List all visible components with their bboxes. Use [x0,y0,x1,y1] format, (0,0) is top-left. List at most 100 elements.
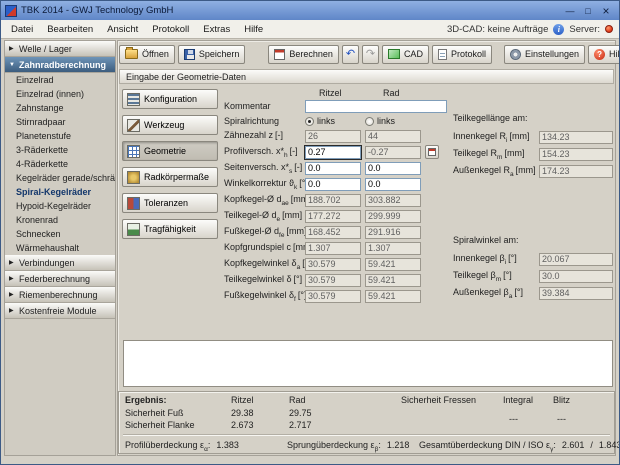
sicherheit-flanke-ritzel-value: 2.673 [231,420,254,430]
winkelkorrektur-rad-field[interactable] [365,177,421,191]
sidebar-item-einzelrad-innen[interactable]: Einzelrad (innen) [5,87,115,101]
geometry-view-button[interactable]: Geometrie [122,141,218,161]
sidebar-section-federberechnung[interactable]: ▶ Federberechnung [5,271,115,287]
info-icon[interactable]: i [553,23,565,35]
row-label-sub: h [284,151,288,159]
menu-hilfe[interactable]: Hilfe [237,24,270,35]
redo-button[interactable]: ↷ [361,44,379,64]
cad-status-text: 3D-CAD: keine Aufträge [446,23,549,35]
gesamtueberdeckung-iso-value: 1.843 [598,440,620,450]
open-button-label: Öffnen [142,49,169,59]
sidebar-item-planetenstufe[interactable]: Planetenstufe [5,129,115,143]
kommentar-input[interactable] [305,99,447,113]
tool-label: Werkzeug [144,120,185,130]
row-label: Teilkegel-Ø d [224,209,277,220]
results-panel: Ergebnis: Ritzel Rad Sicherheit Fressen … [118,391,619,454]
sidebar-item-zahnstange[interactable]: Zahnstange [5,101,115,115]
save-button[interactable]: Speichern [177,44,246,64]
row-label: Außenkegel R [453,164,511,175]
calculator-icon [274,48,286,60]
colon: : [207,440,211,450]
menu-ansicht[interactable]: Ansicht [100,24,145,35]
configuration-icon [127,92,140,106]
settings-button[interactable]: Einstellungen [503,44,586,64]
sidebar-section-welle-lager[interactable]: ▶ Welle / Lager [5,41,115,57]
results-col-fressen: Sicherheit Fressen [401,395,477,405]
teilkegellaenge-heading: Teilkegellänge am: [453,113,528,123]
tool-icon [127,118,140,132]
tolerances-label: Toleranzen [144,198,189,208]
load-capacity-view-button[interactable]: Tragfähigkeit [122,219,218,239]
geometry-grid-icon [127,144,140,158]
load-capacity-icon [127,222,140,236]
seitenversch-row: Seitenversch. x*s [-] [224,161,425,175]
sidebar-item-spiral-kegelraeder[interactable]: Spiral-Kegelräder [5,185,115,199]
help-button-label: Hilfe [609,49,620,59]
seitenversch-rad-field[interactable] [365,161,421,175]
chevron-right-icon: ▶ [9,260,14,266]
row-label: Profilversch. x* [224,145,285,156]
tolerances-view-button[interactable]: Toleranzen [122,193,218,213]
configuration-view-button[interactable]: Konfiguration [122,89,218,109]
sidebar-item-kegelraeder-gerade-schraeg[interactable]: Kegelräder gerade/schräg [5,171,115,185]
teilkegel-durchmesser-ritzel-field [305,209,361,223]
colon: : [378,440,381,450]
menu-datei[interactable]: Datei [4,24,40,35]
open-button[interactable]: Öffnen [119,44,175,64]
titlebar: TBK 2014 - GWJ Technology GmbH — □ × [1,1,619,20]
row-unit: [°] [508,252,517,263]
aussenkegel-spiralwinkel-field [539,286,613,300]
protocol-button[interactable]: Protokoll [431,44,492,64]
row-label-sub: a [510,170,514,178]
aussenkegel-laenge-row: Außenkegel Ra [mm] [453,164,614,178]
window-controls: — □ × [561,3,615,18]
calculate-button[interactable]: Berechnen [268,44,339,64]
sidebar-section-kostenfreie-module[interactable]: ▶ Kostenfreie Module [5,303,115,319]
sidebar-items: Einzelrad Einzelrad (innen) Zahnstange S… [5,73,115,255]
kommentar-label: Kommentar [224,101,271,111]
aussenkegel-laenge-field [539,164,613,178]
fusskegelwinkel-rad-field [365,289,421,303]
wheel-body-view-button[interactable]: Radkörpermaße [122,167,218,187]
section-title-bar: Eingabe der Geometrie-Daten [119,69,614,84]
seitenversch-ritzel-field[interactable] [305,161,361,175]
section-label: Kostenfreie Module [19,305,97,316]
help-button[interactable]: ? Hilfe [588,44,620,64]
teilkegel-spiralwinkel-field [539,269,613,283]
sidebar-item-schnecken[interactable]: Schnecken [5,227,115,241]
sicherheit-flanke-label: Sicherheit Flanke [125,420,195,430]
teilkegelwinkel-row: Teilkegelwinkel δ [°] [224,273,425,287]
winkelkorrektur-ritzel-field[interactable] [305,177,361,191]
kopfkegelwinkel-rad-field [365,257,421,271]
minimize-button[interactable]: — [561,3,579,18]
menu-bearbeiten[interactable]: Bearbeiten [40,24,100,35]
sidebar-item-einzelrad[interactable]: Einzelrad [5,73,115,87]
sidebar-section-verbindungen[interactable]: ▶ Verbindungen [5,255,115,271]
sidebar-item-stirnradpaar[interactable]: Stirnradpaar [5,115,115,129]
sidebar-item-waermehaushalt[interactable]: Wärmehaushalt [5,241,115,255]
close-button[interactable]: × [597,3,615,18]
gesamtueberdeckung-item: Gesamtüberdeckung DIN / ISO εγ: 2.601/1.8… [419,440,620,453]
profilversch-ritzel-field[interactable] [304,144,362,160]
mini-calculator-icon [428,148,436,156]
maximize-button[interactable]: □ [579,3,597,18]
profile-shift-tool-button[interactable] [425,145,439,159]
sicherheit-flanke-rad-value: 2.717 [289,420,312,430]
tool-view-button[interactable]: Werkzeug [122,115,218,135]
undo-button[interactable]: ↶ [341,44,359,64]
sidebar-item-kronenrad[interactable]: Kronenrad [5,213,115,227]
sidebar-item-3-raederkette[interactable]: 3-Räderkette [5,143,115,157]
cad-button[interactable]: CAD [381,44,429,64]
menu-extras[interactable]: Extras [196,24,237,35]
results-col-integral: Integral [503,395,534,405]
sidebar-section-riemenberechnung[interactable]: ▶ Riemenberechnung [5,287,115,303]
column-header-rad: Rad [383,88,400,98]
spiral-left-rad-radio[interactable] [365,116,374,126]
innenkegel-laenge-row: Innenkegel Ri [mm] [453,130,614,144]
sidebar-item-hypoid-kegelraeder[interactable]: Hypoid-Kegelräder [5,199,115,213]
menu-protokoll[interactable]: Protokoll [145,24,196,35]
sidebar-section-zahnradberechnung[interactable]: ▼ Zahnradberechnung [5,57,115,73]
sidebar-item-4-raederkette[interactable]: 4-Räderkette [5,157,115,171]
spiral-left-ritzel-radio[interactable] [305,116,314,126]
row-label-sub: s [289,167,293,175]
